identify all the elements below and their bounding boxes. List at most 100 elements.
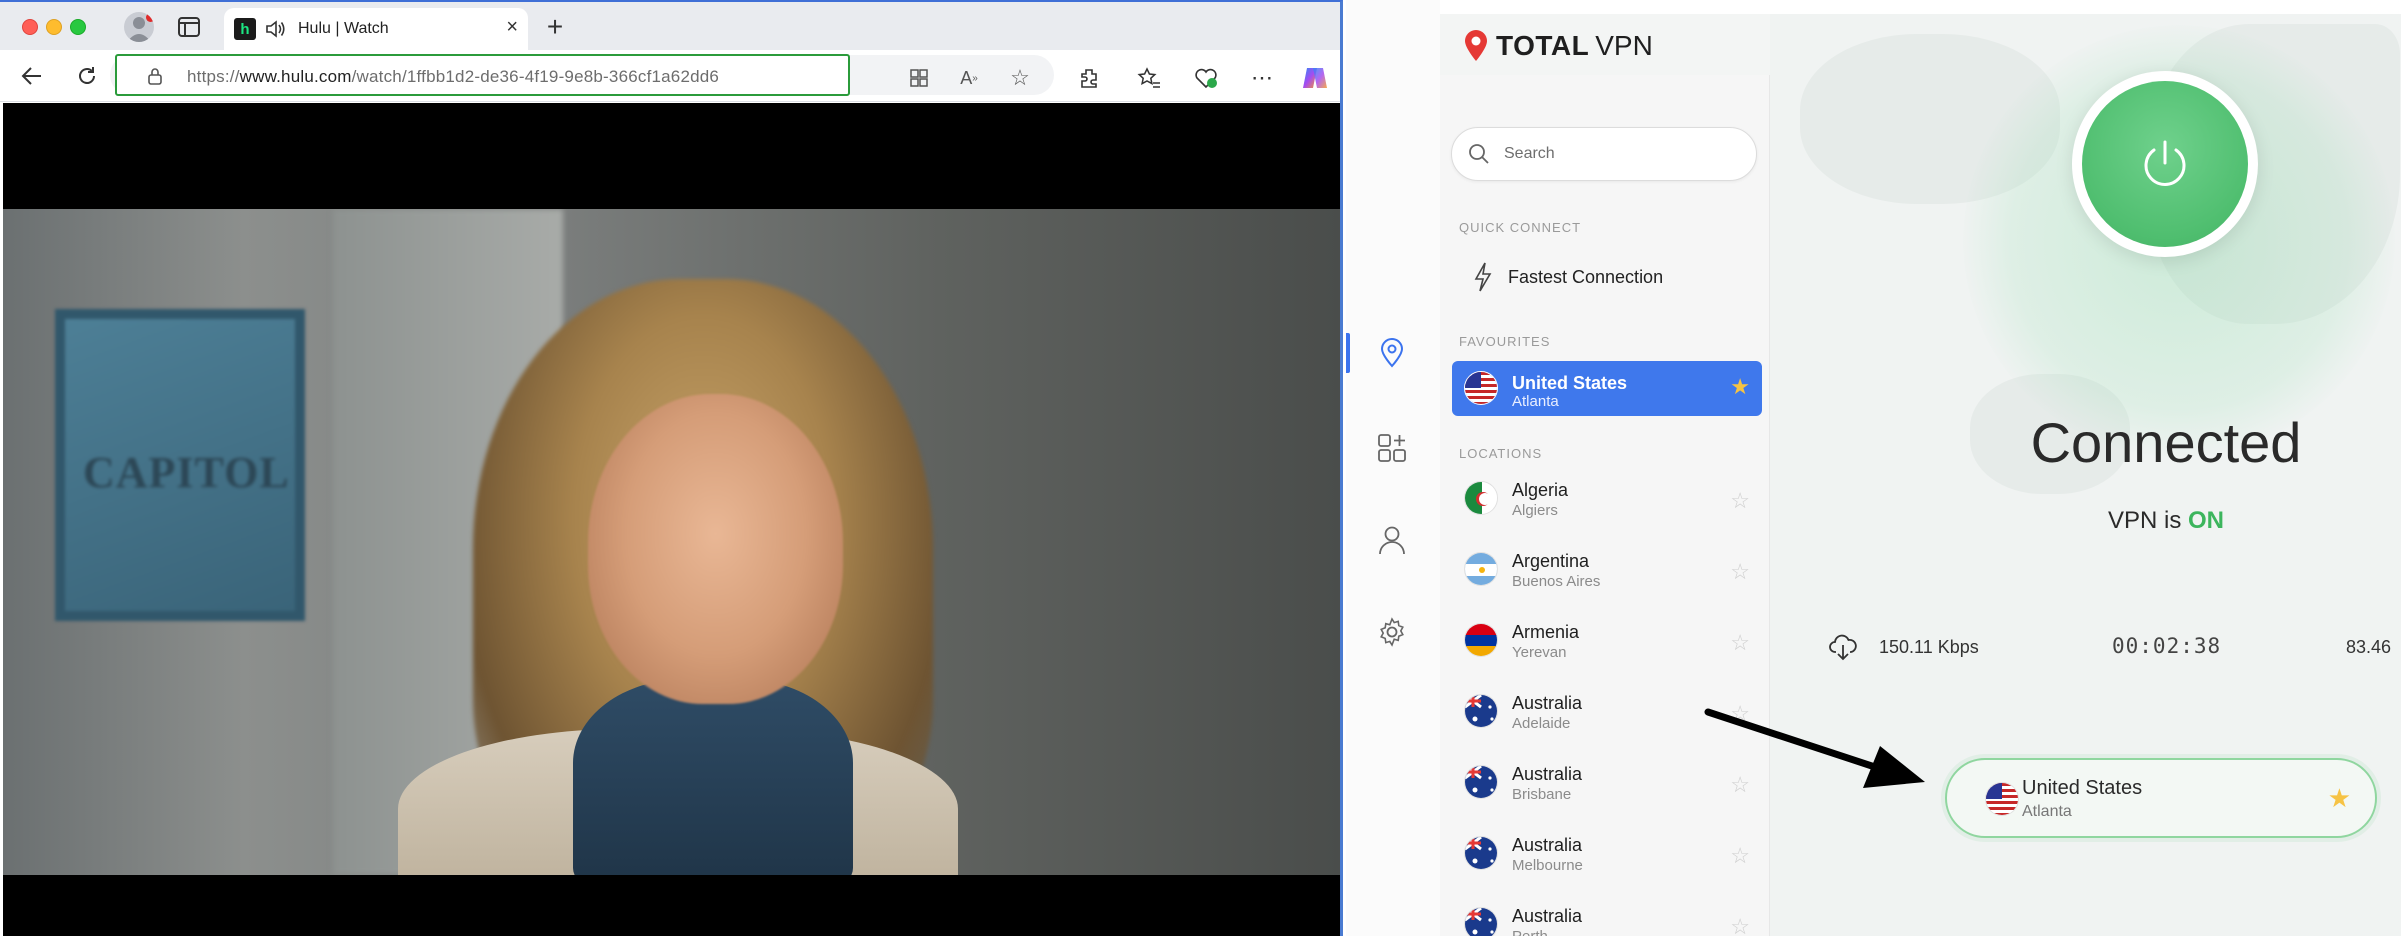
australia-flag-icon [1464,694,1498,728]
current-server-card[interactable]: United States Atlanta ★ [1945,758,2377,838]
star-outline-icon[interactable]: ☆ [1730,559,1750,585]
location-country: Australia [1512,764,1583,784]
more-icon[interactable]: ⋯ [1248,64,1276,92]
logo-brand: TOTAL [1496,30,1590,61]
star-outline-icon[interactable]: ☆ [1730,630,1750,656]
location-city: Algiers [1512,502,1558,519]
sign-text: CAPITOL [83,448,290,497]
power-icon [2144,140,2186,186]
favourite-country: United States [1512,373,1628,393]
favorite-star-icon[interactable]: ☆ [1006,64,1034,92]
close-window-button[interactable] [22,19,38,35]
tab-title: Hulu | Watch [298,20,389,37]
connection-status-title: Connected [2030,411,2302,474]
favourite-item-united-states[interactable]: United States Atlanta ★ [1452,361,1762,416]
lightning-icon [1470,261,1496,293]
location-country: Argentina [1512,551,1590,571]
star-outline-icon[interactable]: ☆ [1730,488,1750,514]
location-city: Brisbane [1512,786,1572,803]
video-frame: CAPITOL [3,209,1340,875]
armenia-flag-icon [1464,623,1498,657]
locations-pin-icon[interactable] [1374,335,1410,371]
location-city: Melbourne [1512,857,1583,874]
location-city: Yerevan [1512,644,1567,661]
extensions-icon[interactable] [1075,64,1103,92]
features-grid-icon[interactable] [1374,430,1410,466]
location-item-armenia[interactable]: Armenia Yerevan ☆ [1452,610,1762,678]
star-outline-icon[interactable]: ☆ [1730,843,1750,869]
power-button[interactable] [2082,81,2248,247]
quick-connect-label: QUICK CONNECT [1459,220,1582,235]
argentina-flag-icon [1464,552,1498,586]
current-server-city: Atlanta [2022,803,2072,820]
locations-label: LOCATIONS [1459,446,1543,461]
logo-product: VPN [1595,30,1653,61]
person-scarf [573,679,853,875]
location-item-australia-perth[interactable]: Australia Perth ☆ [1452,894,1762,936]
side-rail [1346,0,1440,936]
pin-logo-icon [1465,30,1487,61]
location-city: Adelaide [1512,715,1571,732]
totalvpn-logo: TOTAL VPN [1464,30,1653,62]
current-server-country: United States [2022,777,2143,799]
favorites-icon[interactable] [1135,64,1163,92]
address-bar[interactable]: https://www.hulu.com/watch/1ffbb1d2-de36… [115,54,850,96]
algeria-flag-icon [1464,481,1498,515]
tab-bar: h Hulu | Watch × + [0,2,1340,50]
star-outline-icon[interactable]: ☆ [1730,914,1750,936]
australia-flag-icon [1464,765,1498,799]
location-country: Australia [1512,693,1583,713]
vpn-titlebar [1346,0,2401,14]
fastest-connection-button[interactable]: Fastest Connection [1460,258,1760,296]
settings-gear-icon[interactable] [1374,614,1410,650]
rail-active-indicator [1346,333,1350,373]
profile-icon[interactable] [124,12,154,42]
tab-actions-icon[interactable] [176,14,202,40]
search-icon [1466,141,1492,167]
search-input[interactable]: Search [1451,127,1757,181]
url-text: https://www.hulu.com/watch/1ffbb1d2-de36… [187,67,720,86]
location-country: Armenia [1512,622,1580,642]
new-tab-icon[interactable]: + [540,11,570,42]
lock-icon[interactable] [145,66,165,86]
australia-flag-icon [1464,836,1498,870]
hulu-favicon: h [234,18,256,40]
search-placeholder: Search [1504,145,1555,162]
fastest-connection-label: Fastest Connection [1508,267,1664,287]
current-server-star-icon[interactable]: ★ [2328,783,2351,814]
favourite-city: Atlanta [1512,393,1559,410]
upload-speed: 83.46 [2346,637,2392,657]
location-item-argentina[interactable]: Argentina Buenos Aires ☆ [1452,539,1762,607]
australia-flag-icon [1464,907,1498,936]
speaker-icon[interactable] [264,18,288,40]
location-city: Buenos Aires [1512,573,1601,590]
location-item-algeria[interactable]: Algeria Algiers ☆ [1452,468,1762,536]
download-icon [1828,632,1858,662]
download-speed: 150.11 Kbps [1879,637,1979,657]
location-country: Australia [1512,835,1583,855]
app-icon[interactable] [906,65,932,91]
connection-timer: 00:02:38 [2112,634,2222,658]
us-flag-icon [1985,782,2019,816]
person-face [588,394,843,704]
us-flag-icon [1464,371,1498,405]
browser-essentials-icon[interactable] [1192,64,1220,92]
location-country: Australia [1512,906,1583,926]
tab-hulu[interactable]: h Hulu | Watch × [224,8,528,50]
back-icon[interactable] [18,62,46,90]
location-city: Perth [1512,928,1548,936]
copilot-icon[interactable] [1300,63,1330,93]
browser-window: h Hulu | Watch × + https://www.hulu.com/… [0,0,1343,936]
location-item-australia-melbourne[interactable]: Australia Melbourne ☆ [1452,823,1762,891]
favourite-star-icon[interactable]: ★ [1730,374,1750,400]
video-player[interactable]: CAPITOL [3,103,1340,936]
minimize-window-button[interactable] [46,19,62,35]
account-icon[interactable] [1374,522,1410,558]
annotation-arrow-icon [1704,708,1925,788]
favourites-label: FAVOURITES [1459,334,1551,349]
vpn-state-text: VPN is ON [2107,507,2225,534]
close-icon[interactable]: × [506,16,518,39]
read-aloud-icon[interactable]: A» [956,65,982,91]
reload-icon[interactable] [73,62,101,90]
zoom-window-button[interactable] [70,19,86,35]
